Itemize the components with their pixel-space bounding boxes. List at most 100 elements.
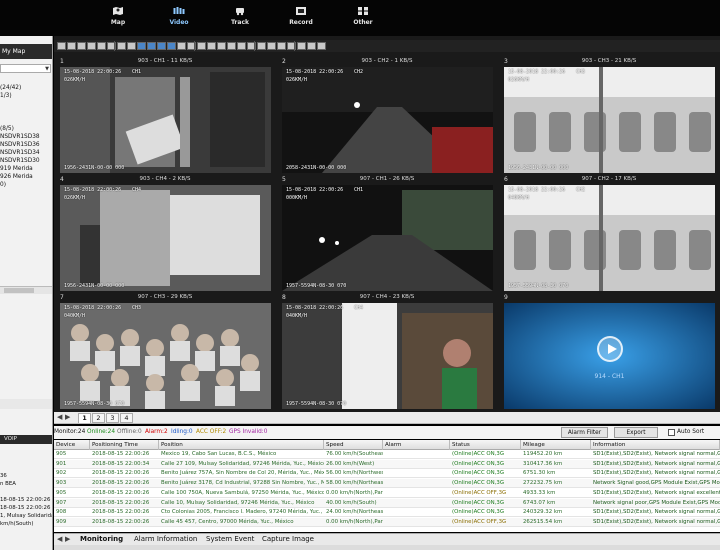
tree-item[interactable]: 0): [0, 181, 52, 189]
tree-item[interactable]: [0, 222, 52, 230]
tree-item[interactable]: 1/3): [0, 92, 52, 100]
tab-next-icon[interactable]: ▶: [65, 535, 70, 543]
video-feed[interactable]: 15-08-2018 22:00:26 040KM/H CH3 1957-5594N-…: [60, 303, 271, 409]
tree-item[interactable]: [0, 270, 52, 278]
left-horizontal-scrollbar[interactable]: [0, 286, 52, 294]
toolbar-button[interactable]: [307, 42, 316, 50]
tree-item[interactable]: (24/42): [0, 84, 52, 92]
table-row[interactable]: 902 2018-08-15 22:00:26 Benito Juárez 757A…: [54, 469, 720, 479]
toolbar-button[interactable]: [227, 42, 236, 50]
toolbar-button[interactable]: [127, 42, 136, 50]
auto-sort-checkbox[interactable]: [668, 429, 675, 436]
toolbar-button[interactable]: [87, 42, 96, 50]
video-feed[interactable]: 914 - CH1: [504, 303, 715, 409]
bottom-tab[interactable]: System Event: [206, 535, 254, 543]
tree-item[interactable]: [0, 238, 52, 246]
toolbar-button[interactable]: [237, 42, 246, 50]
group-select[interactable]: ▼: [0, 64, 51, 73]
toolbar-button[interactable]: [277, 42, 286, 50]
toolbar-button[interactable]: [177, 42, 186, 50]
scrollbar-thumb[interactable]: [4, 288, 34, 293]
column-header[interactable]: Position: [159, 440, 324, 450]
video-feed[interactable]: 15-08-2018 22:00:26 026KM/H CH3 1956-2431N-…: [504, 67, 715, 173]
table-row[interactable]: 905 2018-08-15 22:00:26 Mexico 19, Cabo Sa…: [54, 450, 720, 459]
tree-item[interactable]: NSDVR1SD36: [0, 141, 52, 149]
toolbar-button[interactable]: [57, 42, 66, 50]
toolbar-button[interactable]: [97, 42, 106, 50]
video-tile[interactable]: 1 903 - CH1 - 11 KB/S 15-08-2018 22:00:26 0…: [54, 56, 276, 174]
table-row[interactable]: 905 2018-08-15 22:00:26 Calle 100 750A, Nu…: [54, 489, 720, 498]
toolbar-button[interactable]: [317, 42, 326, 50]
toolbar-button[interactable]: [137, 42, 146, 50]
tree-item[interactable]: [0, 108, 52, 116]
play-icon[interactable]: [597, 336, 623, 362]
table-row[interactable]: 908 2018-08-15 22:00:26 Cto Colonias 2005,…: [54, 508, 720, 518]
nav-record[interactable]: Record: [281, 6, 321, 26]
column-header[interactable]: Positioning Time: [90, 440, 159, 450]
nav-track[interactable]: Track: [220, 6, 260, 26]
tree-item[interactable]: (8/5): [0, 125, 52, 133]
video-tile[interactable]: 9 914 - CH1: [498, 292, 720, 410]
toolbar-button[interactable]: [167, 42, 176, 50]
next-page-icon[interactable]: ▶: [65, 413, 70, 421]
video-feed[interactable]: 15-08-2018 22:00:26 000KM/H CH1 1957-5594N-…: [282, 185, 493, 291]
page-tab[interactable]: 3: [106, 413, 119, 423]
toolbar-button[interactable]: [267, 42, 276, 50]
toolbar-button[interactable]: [147, 42, 156, 50]
video-feed[interactable]: 15-08-2018 22:00:26 026KM/H CH2 2058-2431N-…: [282, 67, 493, 173]
video-tile[interactable]: 2 903 - CH2 - 1 KB/S 15-08-2018 22:00:26 02…: [276, 56, 498, 174]
video-tile[interactable]: 7 907 - CH3 - 29 KB/S 15-08-2018 22:00:26 0…: [54, 292, 276, 410]
toolbar-button[interactable]: [197, 42, 206, 50]
page-tab[interactable]: 2: [92, 413, 105, 423]
toolbar-button[interactable]: [257, 42, 266, 50]
tree-item[interactable]: NSDVR1SD30: [0, 157, 52, 165]
video-tile[interactable]: 3 903 - CH3 - 21 KB/S 15-08-2018 22:00:26 0…: [498, 56, 720, 174]
tree-item[interactable]: [0, 254, 52, 262]
tree-item[interactable]: [0, 197, 52, 205]
tree-item[interactable]: [0, 76, 52, 84]
table-row[interactable]: 909 2018-08-15 22:00:26 Calle 45 457, Cent…: [54, 517, 720, 527]
table-row[interactable]: 901 2018-08-15 22:00:34 Calle 27 109, Muls…: [54, 459, 720, 469]
tree-item[interactable]: [0, 189, 52, 197]
tab-prev-icon[interactable]: ◀: [57, 535, 62, 543]
tree-item[interactable]: [0, 206, 52, 214]
video-feed[interactable]: 15-08-2018 22:00:26 026KM/H CH1 1956-2431N-…: [60, 67, 271, 173]
toolbar-button[interactable]: [67, 42, 76, 50]
tree-item[interactable]: [0, 100, 52, 108]
tree-item[interactable]: [0, 262, 52, 270]
tree-item[interactable]: 926 Merida: [0, 173, 52, 181]
video-feed[interactable]: 15-08-2018 22:00:26 040KM/H CH4 1957-5594N-…: [282, 303, 493, 409]
video-feed[interactable]: 15-08-2018 22:00:26 040KM/H CH2 1957-5594N-…: [504, 185, 715, 291]
tree-item[interactable]: 919 Merida: [0, 165, 52, 173]
bottom-horizontal-scrollbar[interactable]: [54, 545, 720, 550]
tree-item[interactable]: [0, 246, 52, 254]
column-header[interactable]: Device: [54, 440, 90, 450]
video-tile[interactable]: 5 907 - CH1 - 26 KB/S 15-08-2018 22:00:26 0…: [276, 174, 498, 292]
table-row[interactable]: 907 2018-08-15 22:00:26 Calle 10, Mulsay S…: [54, 498, 720, 508]
prev-page-icon[interactable]: ◀: [57, 413, 62, 421]
column-header[interactable]: Speed: [324, 440, 383, 450]
table-row[interactable]: 903 2018-08-15 22:00:26 Benito Juárez 3178…: [54, 479, 720, 489]
column-header[interactable]: Information: [591, 440, 720, 450]
page-tab[interactable]: 4: [120, 413, 133, 423]
toolbar-button[interactable]: [117, 42, 126, 50]
toolbar-button[interactable]: [297, 42, 306, 50]
export-button[interactable]: Export: [614, 427, 658, 438]
tree-item[interactable]: [0, 116, 52, 124]
nav-map[interactable]: Map: [98, 6, 138, 26]
column-header[interactable]: Alarm: [383, 440, 450, 450]
voip-bar[interactable]: VOIP: [0, 435, 52, 444]
toolbar-button[interactable]: [217, 42, 226, 50]
page-tab[interactable]: 1: [78, 413, 91, 423]
alarm-filter-button[interactable]: Alarm Filter: [561, 427, 608, 438]
tree-item[interactable]: NSDVR1SD34: [0, 149, 52, 157]
bottom-tab[interactable]: Alarm Information: [134, 535, 197, 543]
column-header[interactable]: Status: [450, 440, 521, 450]
tree-item[interactable]: NSDVR1SD38: [0, 133, 52, 141]
column-header[interactable]: Mileage: [521, 440, 591, 450]
bottom-tab[interactable]: Capture Image: [262, 535, 314, 543]
video-feed[interactable]: 15-08-2018 22:00:26 026KM/H CH4 1956-2431N-…: [60, 185, 271, 291]
toolbar-button[interactable]: [77, 42, 86, 50]
toolbar-button[interactable]: [207, 42, 216, 50]
nav-other[interactable]: Other: [343, 6, 383, 26]
